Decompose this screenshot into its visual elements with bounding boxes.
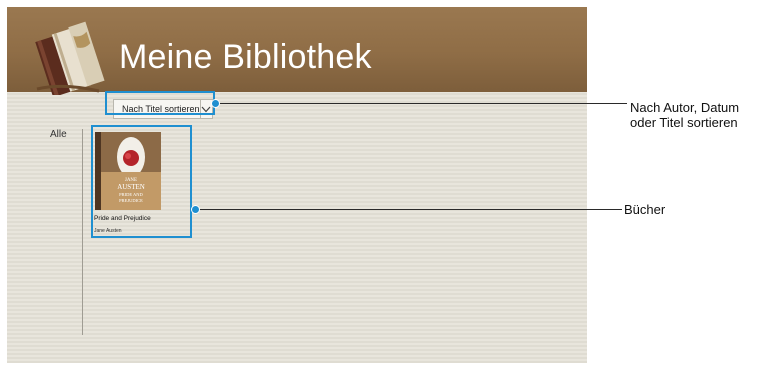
filter-all[interactable]: Alle [50,129,67,140]
callout-books-dot [191,205,200,214]
callout-sort-text-line2: oder Titel sortieren [630,115,738,130]
callout-sort-dot [211,99,220,108]
callout-books-text: Bücher [624,202,666,217]
sidebar-divider [82,129,83,335]
callout-books-line [195,209,622,210]
stacked-books-icon [35,21,105,95]
page-title: Meine Bibliothek [119,38,372,76]
callout-sort-highlight [105,91,215,115]
callout-books-highlight [91,125,192,238]
callout-sort-text-line1: Nach Autor, Datum [630,100,740,115]
header-bar: Meine Bibliothek [7,7,587,95]
callout-sort-text: Nach Autor, Datum oder Titel sortieren [630,100,739,130]
callout-sort-line [215,103,627,104]
